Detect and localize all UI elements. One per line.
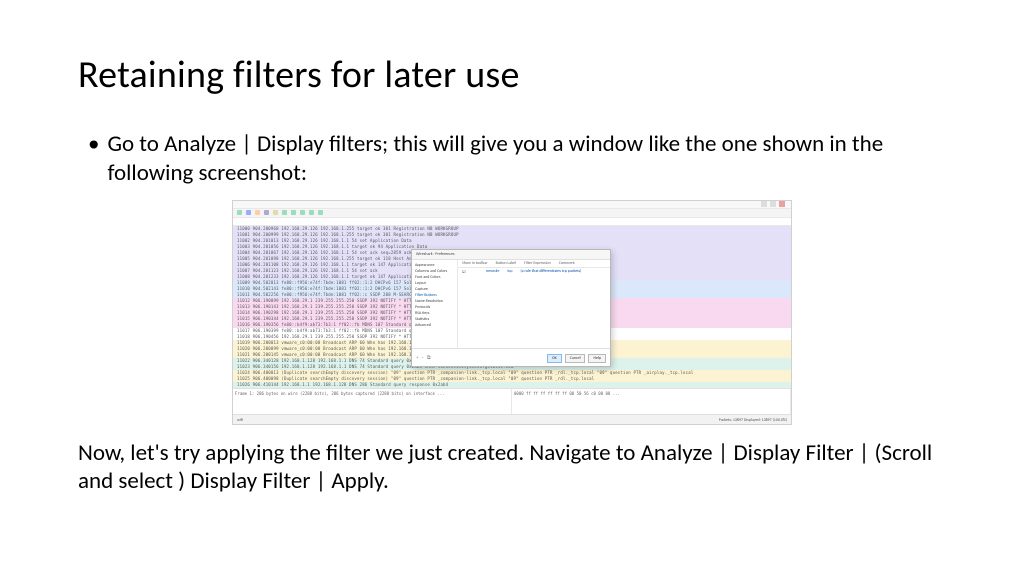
status-bar: wifi Packets: 13897 Displayed: 13897 (10… [233, 414, 791, 425]
hex-dump-pane: 0000 ff ff ff ff ff ff 00 50 56 c0 00 08… [512, 389, 791, 414]
col-label: Button Label [492, 261, 521, 266]
bullet-text: Go to Analyze | Display filters; this wi… [107, 130, 946, 188]
cell-expr: tcp [503, 269, 516, 274]
maximize-icon [770, 201, 776, 207]
slide-title: Retaining filters for later use [78, 52, 946, 98]
detail-panes: Frame 1: 286 bytes on wire (2288 bits), … [233, 388, 791, 414]
followup-text: Now, let's try applying the filter we ju… [78, 439, 946, 497]
dialog-sidebar: Appearance Columns and Colors Font and C… [412, 260, 458, 348]
bullet-marker: • [88, 130, 99, 159]
app-titlebar [233, 201, 791, 209]
app-toolbar [233, 209, 791, 218]
frame-details-pane: Frame 1: 286 bytes on wire (2288 bits), … [233, 389, 512, 414]
close-icon [779, 201, 785, 207]
row-nav-icons: +−⧉ [416, 355, 431, 361]
wireshark-screenshot: 11000 904.200968 192.168.29.126 192.168.… [232, 200, 792, 425]
col-show: Show in toolbar [458, 261, 492, 266]
dialog-titlebar: Wireshark · Preferences [412, 250, 610, 260]
table-row: ☑ newrule tcp (a rule that differentiate… [458, 268, 610, 276]
cell-label: newrule [482, 269, 503, 274]
filter-bar [233, 218, 791, 226]
bullet-item: • Go to Analyze | Display filters; this … [78, 130, 946, 188]
sidebar-item: Advanced [415, 323, 454, 329]
status-right: Packets: 13897 Displayed: 13897 (100.0%) [719, 418, 787, 423]
minimize-icon [761, 201, 767, 207]
col-comment: Comment [555, 261, 579, 266]
dialog-main: Show in toolbar Button Label Filter Expr… [458, 260, 610, 348]
status-left: wifi [237, 418, 243, 423]
cell-comment: (a rule that differentiates tcp packets) [516, 269, 585, 274]
dialog-footer: +−⧉ OK Cancel Help [412, 348, 610, 368]
ok-button[interactable]: OK [547, 354, 562, 363]
table-header-row: Show in toolbar Button Label Filter Expr… [458, 260, 610, 268]
cancel-button[interactable]: Cancel [565, 354, 586, 363]
preferences-dialog: Wireshark · Preferences Appearance Colum… [411, 249, 611, 367]
col-expr: Filter Expression [520, 261, 555, 266]
help-button[interactable]: Help [588, 354, 606, 363]
